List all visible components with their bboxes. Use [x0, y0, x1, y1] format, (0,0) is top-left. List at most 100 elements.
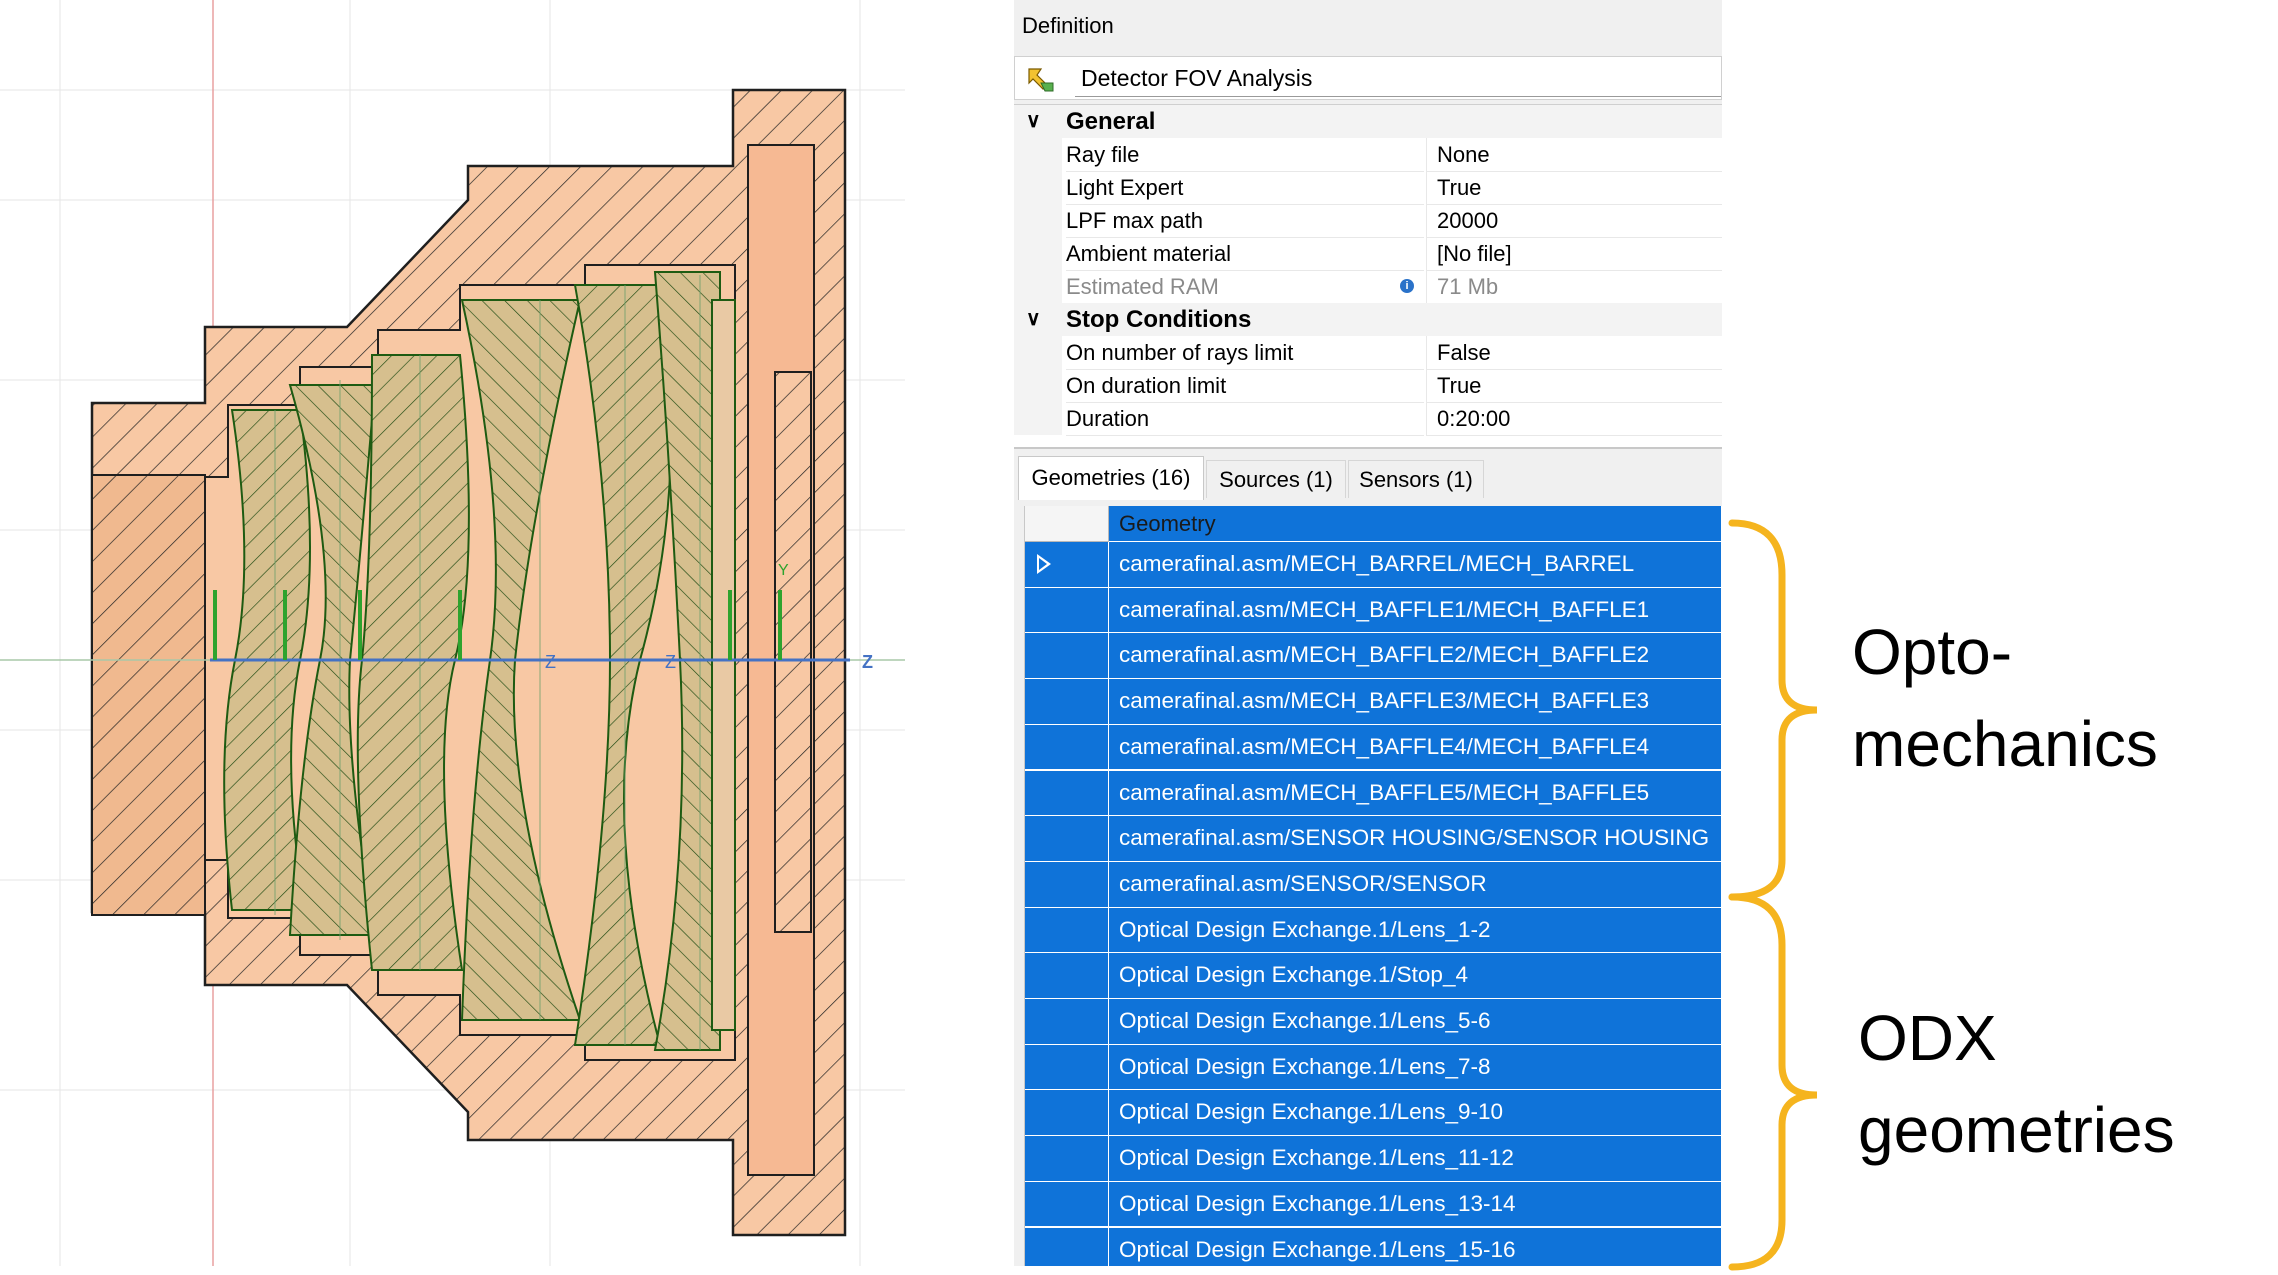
- annotation-opto-line2: mechanics: [1852, 708, 2158, 780]
- property-value[interactable]: True: [1426, 171, 1722, 205]
- chevron-down-icon[interactable]: ∨: [1026, 105, 1041, 138]
- geometry-row[interactable]: Optical Design Exchange.1/Stop_4: [1025, 953, 1721, 999]
- row-header[interactable]: [1025, 1136, 1109, 1182]
- geometry-row[interactable]: Optical Design Exchange.1/Lens_15-16: [1025, 1227, 1721, 1266]
- definition-panel: Definition Detector FOV Analysis ∨ Gener…: [1014, 0, 1722, 1266]
- analysis-icon: [1028, 68, 1054, 92]
- geometry-row[interactable]: Optical Design Exchange.1/Lens_5-6: [1025, 999, 1721, 1045]
- property-name: On duration limit: [1066, 369, 1424, 403]
- geometry-cell[interactable]: camerafinal.asm/MECH_BARREL/MECH_BARREL: [1109, 542, 1721, 588]
- property-row[interactable]: On number of rays limit False: [1014, 336, 1722, 370]
- property-value[interactable]: 20000: [1426, 204, 1722, 238]
- row-header[interactable]: [1025, 816, 1109, 862]
- row-header[interactable]: [1025, 907, 1109, 954]
- z-axis-label-3: Z: [862, 652, 873, 672]
- geometry-row[interactable]: camerafinal.asm/MECH_BARREL/MECH_BARREL: [1025, 542, 1721, 588]
- row-header[interactable]: [1025, 587, 1109, 634]
- analysis-name-field[interactable]: Detector FOV Analysis: [1014, 56, 1722, 100]
- z-axis-label: Z: [545, 652, 556, 672]
- name-underline: [1075, 96, 1721, 97]
- row-gutter: [1014, 402, 1062, 435]
- row-gutter: [1014, 138, 1062, 171]
- property-value[interactable]: False: [1426, 336, 1722, 370]
- chevron-down-icon[interactable]: ∨: [1026, 303, 1041, 336]
- property-value[interactable]: None: [1426, 138, 1722, 172]
- category-general[interactable]: ∨ General: [1014, 105, 1722, 138]
- geometry-row[interactable]: Optical Design Exchange.1/Lens_9-10: [1025, 1090, 1721, 1137]
- row-header[interactable]: [1025, 861, 1109, 908]
- geometry-cell[interactable]: Optical Design Exchange.1/Lens_9-10: [1109, 1090, 1721, 1137]
- geometry-row[interactable]: camerafinal.asm/SENSOR HOUSING/SENSOR HO…: [1025, 816, 1721, 862]
- geometry-row[interactable]: Optical Design Exchange.1/Lens_1-2: [1025, 907, 1721, 954]
- row-header[interactable]: [1025, 770, 1109, 817]
- geometry-cell[interactable]: camerafinal.asm/MECH_BAFFLE5/MECH_BAFFLE…: [1109, 770, 1721, 817]
- property-row[interactable]: LPF max path 20000: [1014, 204, 1722, 238]
- property-name: Light Expert: [1066, 171, 1424, 205]
- geometry-row[interactable]: Optical Design Exchange.1/Lens_13-14: [1025, 1181, 1721, 1228]
- row-header[interactable]: [1025, 953, 1109, 999]
- geometry-row[interactable]: camerafinal.asm/SENSOR/SENSOR: [1025, 861, 1721, 908]
- geometry-row[interactable]: Optical Design Exchange.1/Lens_7-8: [1025, 1044, 1721, 1091]
- row-header[interactable]: [1025, 1090, 1109, 1137]
- property-row[interactable]: On duration limit True: [1014, 369, 1722, 403]
- geometry-row[interactable]: camerafinal.asm/MECH_BAFFLE5/MECH_BAFFLE…: [1025, 770, 1721, 817]
- row-header[interactable]: [1025, 999, 1109, 1045]
- grid-corner[interactable]: [1025, 506, 1109, 542]
- tab-geometries[interactable]: Geometries (16): [1018, 456, 1204, 500]
- category-stop-conditions[interactable]: ∨ Stop Conditions: [1014, 303, 1722, 336]
- geometry-row[interactable]: camerafinal.asm/MECH_BAFFLE3/MECH_BAFFLE…: [1025, 679, 1721, 725]
- geometry-cell[interactable]: Optical Design Exchange.1/Lens_11-12: [1109, 1136, 1721, 1182]
- row-header[interactable]: [1025, 1227, 1109, 1266]
- row-gutter: [1014, 270, 1062, 303]
- tab-sensors[interactable]: Sensors (1): [1348, 460, 1484, 498]
- row-header[interactable]: [1025, 542, 1109, 588]
- property-row[interactable]: Ray file None: [1014, 138, 1722, 172]
- tab-sources[interactable]: Sources (1): [1206, 460, 1346, 498]
- definition-header: Definition: [1014, 0, 1722, 52]
- property-name: Ambient material: [1066, 237, 1424, 271]
- property-value[interactable]: [No file]: [1426, 237, 1722, 271]
- row-gutter: [1014, 237, 1062, 270]
- cad-viewport[interactable]: Z Z Z Y: [0, 0, 905, 1266]
- row-header[interactable]: [1025, 1181, 1109, 1228]
- z-axis-label-2: Z: [665, 652, 676, 672]
- front-cap: [91, 474, 206, 916]
- property-name: LPF max path: [1066, 204, 1424, 238]
- row-gutter: [1014, 336, 1062, 369]
- brace-odx-geometries: [1728, 893, 1818, 1271]
- property-value[interactable]: 0:20:00: [1426, 402, 1722, 436]
- geometry-row[interactable]: camerafinal.asm/MECH_BAFFLE1/MECH_BAFFLE…: [1025, 587, 1721, 634]
- column-header-geometry[interactable]: Geometry: [1109, 506, 1721, 542]
- geometry-cell[interactable]: camerafinal.asm/SENSOR/SENSOR: [1109, 861, 1721, 908]
- annotation-odx-line2: geometries: [1858, 1094, 2175, 1166]
- row-header[interactable]: [1025, 679, 1109, 725]
- geometry-cell[interactable]: Optical Design Exchange.1/Lens_5-6: [1109, 999, 1721, 1045]
- geometry-cell[interactable]: camerafinal.asm/MECH_BAFFLE2/MECH_BAFFLE…: [1109, 633, 1721, 680]
- geometry-cell[interactable]: Optical Design Exchange.1/Lens_7-8: [1109, 1044, 1721, 1091]
- property-value[interactable]: True: [1426, 369, 1722, 403]
- property-value: 71 Mb: [1426, 270, 1722, 304]
- row-header[interactable]: [1025, 724, 1109, 771]
- row-header[interactable]: [1025, 1044, 1109, 1091]
- geometry-row[interactable]: camerafinal.asm/MECH_BAFFLE4/MECH_BAFFLE…: [1025, 724, 1721, 771]
- geometry-cell[interactable]: camerafinal.asm/SENSOR HOUSING/SENSOR HO…: [1109, 816, 1721, 862]
- property-row[interactable]: Light Expert True: [1014, 171, 1722, 205]
- geometry-cell[interactable]: Optical Design Exchange.1/Lens_1-2: [1109, 907, 1721, 954]
- geometry-cell[interactable]: Optical Design Exchange.1/Lens_13-14: [1109, 1181, 1721, 1228]
- row-gutter: [1014, 171, 1062, 204]
- geometry-cell[interactable]: Optical Design Exchange.1/Lens_15-16: [1109, 1227, 1721, 1266]
- row-header[interactable]: [1025, 633, 1109, 680]
- geometry-cell[interactable]: Optical Design Exchange.1/Stop_4: [1109, 953, 1721, 999]
- geometry-row[interactable]: Optical Design Exchange.1/Lens_11-12: [1025, 1136, 1721, 1182]
- property-row[interactable]: Duration 0:20:00: [1014, 402, 1722, 436]
- row-gutter: [1014, 369, 1062, 402]
- annotation-opto-line1: Opto-: [1852, 616, 2013, 688]
- grid-header: Geometry: [1025, 506, 1721, 542]
- geometry-cell[interactable]: camerafinal.asm/MECH_BAFFLE4/MECH_BAFFLE…: [1109, 724, 1721, 771]
- geometry-cell[interactable]: camerafinal.asm/MECH_BAFFLE3/MECH_BAFFLE…: [1109, 679, 1721, 725]
- property-row[interactable]: Ambient material [No file]: [1014, 237, 1722, 271]
- geometry-row[interactable]: camerafinal.asm/MECH_BAFFLE2/MECH_BAFFLE…: [1025, 633, 1721, 680]
- property-name: Estimated RAM: [1066, 270, 1424, 304]
- geometry-cell[interactable]: camerafinal.asm/MECH_BAFFLE1/MECH_BAFFLE…: [1109, 587, 1721, 634]
- property-name: On number of rays limit: [1066, 336, 1424, 370]
